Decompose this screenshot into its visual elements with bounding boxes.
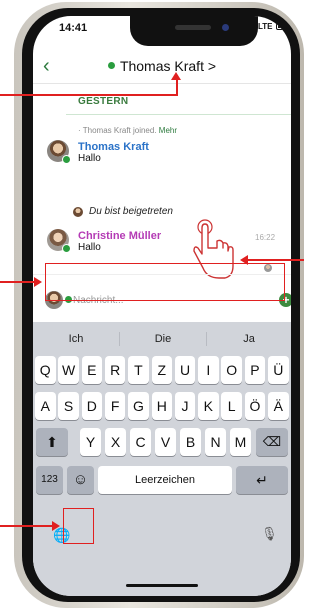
- key-h[interactable]: H: [151, 392, 172, 420]
- annotation-line-composer: [0, 281, 36, 283]
- message-text: Hallo: [78, 153, 101, 164]
- joined-notice-text: Du bist beigetreten: [89, 206, 173, 217]
- emoji-key[interactable]: ☺: [67, 466, 94, 494]
- day-label: GESTERN: [78, 96, 129, 107]
- key-q[interactable]: Q: [35, 356, 56, 384]
- key-d[interactable]: D: [81, 392, 103, 420]
- signal-icon: [243, 22, 255, 31]
- return-key[interactable]: ↵: [236, 466, 288, 494]
- chat-title[interactable]: Thomas Kraft >: [33, 58, 291, 74]
- annotation-line-emoji: [0, 525, 54, 527]
- notch: [130, 16, 258, 46]
- key-z[interactable]: Z: [151, 356, 172, 384]
- annotation-arrow-header: [171, 72, 181, 80]
- annotation-line-pointer: [248, 259, 304, 261]
- suggestion-2[interactable]: Die: [120, 328, 206, 350]
- key-a[interactable]: A: [35, 392, 56, 420]
- chat-title-text: Thomas Kraft: [119, 58, 204, 74]
- key-u[interactable]: U: [174, 356, 196, 384]
- annotation-arrow-emoji: [52, 521, 60, 531]
- avatar-thomas[interactable]: [47, 140, 71, 164]
- numbers-key[interactable]: 123: [36, 466, 63, 494]
- online-status-icon: [107, 62, 115, 69]
- message-time: 16:22: [255, 233, 276, 242]
- key-v[interactable]: V: [155, 428, 176, 456]
- key-p[interactable]: P: [244, 356, 266, 384]
- key-l[interactable]: L: [221, 392, 242, 420]
- key-y[interactable]: Y: [80, 428, 101, 456]
- key-g[interactable]: G: [128, 392, 149, 420]
- composer-highlight: [45, 263, 285, 301]
- carrier-label: LTE: [258, 22, 273, 31]
- annotation-line-header: [0, 94, 178, 96]
- message-text: Hallo: [78, 242, 101, 253]
- message-author: Thomas Kraft: [78, 141, 149, 153]
- suggestion-1[interactable]: Ich: [33, 328, 119, 350]
- front-camera: [222, 24, 229, 31]
- suggestion-3[interactable]: Ja: [207, 328, 291, 350]
- online-badge-icon: [62, 244, 71, 253]
- shift-key[interactable]: ⬆: [36, 428, 68, 456]
- title-chevron-icon: >: [207, 58, 217, 74]
- microphone-icon[interactable]: 🎙: [261, 526, 278, 542]
- message-1[interactable]: Thomas Kraft Hallo: [78, 141, 149, 164]
- speaker-grille: [175, 25, 211, 30]
- key-s[interactable]: S: [58, 392, 79, 420]
- annotation-arrow-composer: [34, 277, 42, 287]
- status-indicators: LTE: [243, 22, 290, 31]
- delete-key[interactable]: ⌫: [256, 428, 288, 456]
- online-badge-icon: [62, 155, 71, 164]
- space-key[interactable]: Leerzeichen: [98, 466, 232, 494]
- key-e[interactable]: E: [81, 356, 103, 384]
- message-author: Christine Müller: [78, 230, 162, 242]
- key-j[interactable]: J: [174, 392, 196, 420]
- system-message: · Thomas Kraft joined. Mehr: [78, 126, 177, 135]
- key-c[interactable]: C: [130, 428, 151, 456]
- key-n[interactable]: N: [205, 428, 226, 456]
- joined-notice: Du bist beigetreten: [73, 206, 173, 217]
- key-b[interactable]: B: [180, 428, 201, 456]
- annotation-arrow-pointer: [240, 255, 248, 265]
- chat-header: ‹ Thomas Kraft >: [33, 52, 291, 84]
- key-i[interactable]: I: [198, 356, 219, 384]
- key-r[interactable]: R: [104, 356, 126, 384]
- key-t[interactable]: T: [128, 356, 149, 384]
- battery-icon: [275, 23, 290, 30]
- key-ü[interactable]: Ü: [268, 356, 289, 384]
- key-o[interactable]: O: [221, 356, 242, 384]
- annotation-line-header-vertical: [176, 78, 178, 95]
- key-k[interactable]: K: [198, 392, 219, 420]
- system-message-text: · Thomas Kraft joined.: [78, 126, 157, 135]
- key-f[interactable]: F: [104, 392, 126, 420]
- keyboard: Ich Die Ja QWERTZUIOPÜ ASDFGHJKLÖÄ ⬆ YXC…: [33, 322, 291, 596]
- message-2[interactable]: Christine Müller Hallo: [78, 230, 161, 253]
- more-link[interactable]: Mehr: [159, 126, 177, 135]
- mini-avatar-icon: [73, 206, 83, 217]
- home-indicator: [126, 584, 198, 587]
- key-w[interactable]: W: [58, 356, 79, 384]
- key-m[interactable]: M: [230, 428, 251, 456]
- day-divider: [66, 114, 291, 115]
- status-time: 14:41: [59, 22, 88, 34]
- emoji-highlight: [63, 508, 94, 544]
- avatar-christine[interactable]: [47, 229, 71, 253]
- key-ä[interactable]: Ä: [268, 392, 289, 420]
- key-x[interactable]: X: [105, 428, 126, 456]
- key-ö[interactable]: Ö: [244, 392, 266, 420]
